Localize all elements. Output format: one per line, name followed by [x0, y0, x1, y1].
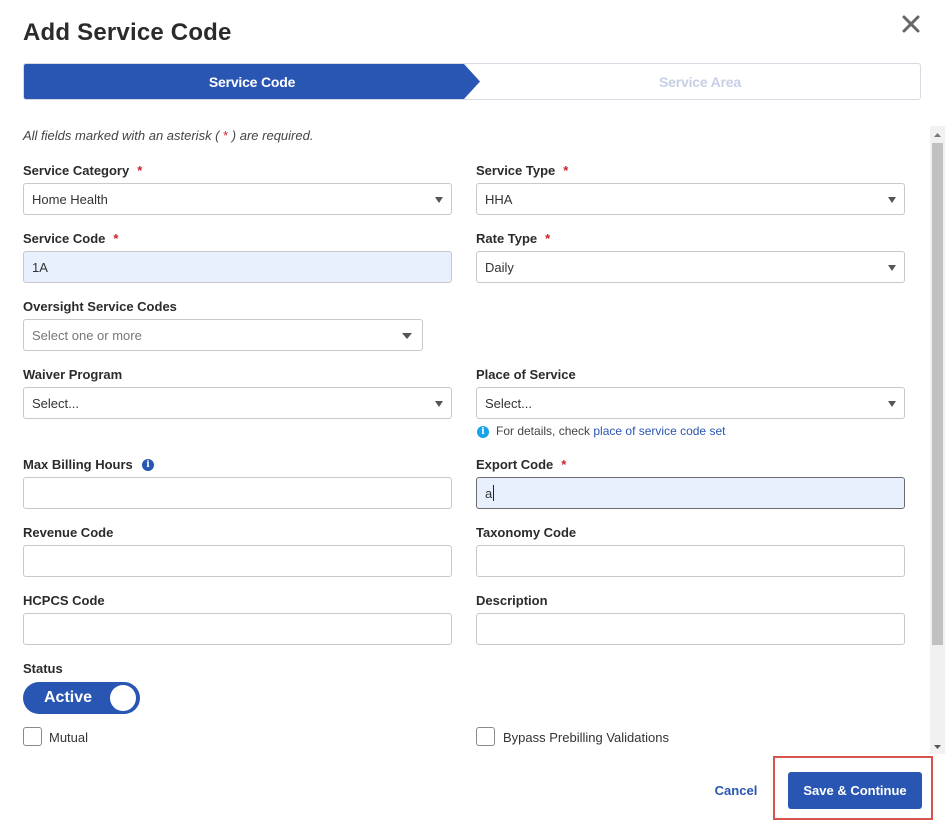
- scroll-up-button[interactable]: [930, 128, 945, 140]
- chevron-down-icon: [888, 265, 896, 271]
- bypass-prebilling-label: Bypass Prebilling Validations: [503, 730, 669, 745]
- service-code-input[interactable]: 1A: [23, 251, 452, 283]
- export-code-label: Export Code *: [476, 457, 567, 472]
- cancel-button[interactable]: Cancel: [706, 773, 766, 807]
- toggle-knob: [110, 685, 136, 711]
- oversight-service-codes-label: Oversight Service Codes: [23, 299, 177, 314]
- service-code-label: Service Code *: [23, 231, 119, 246]
- place-of-service-hint: For details, check place of service code…: [496, 424, 726, 438]
- oversight-service-codes-multiselect[interactable]: Select one or more: [23, 319, 423, 351]
- waiver-program-label: Waiver Program: [23, 367, 123, 382]
- close-icon[interactable]: [898, 11, 924, 37]
- hcpcs-code-label: HCPCS Code: [23, 593, 105, 608]
- text-cursor: [493, 485, 495, 501]
- dialog-title: Add Service Code: [23, 19, 232, 46]
- status-label: Status: [23, 661, 63, 676]
- status-toggle-label: Active: [44, 689, 93, 706]
- place-of-service-label: Place of Service: [476, 367, 576, 382]
- info-icon[interactable]: i: [142, 459, 154, 471]
- rate-type-select[interactable]: Daily: [476, 251, 905, 283]
- chevron-down-icon: [435, 401, 443, 407]
- max-billing-hours-input[interactable]: [23, 477, 452, 509]
- chevron-down-icon: [435, 197, 443, 203]
- step-service-area[interactable]: Service Area: [480, 64, 920, 99]
- bypass-prebilling-checkbox[interactable]: [476, 727, 495, 746]
- scroll-down-button[interactable]: [930, 740, 945, 752]
- service-type-select[interactable]: HHA: [476, 183, 905, 215]
- wizard-stepper: Service Code Service Area: [23, 63, 921, 100]
- chevron-down-icon: [888, 401, 896, 407]
- taxonomy-code-label: Taxonomy Code: [476, 525, 577, 540]
- caret-down-icon: [934, 745, 941, 749]
- description-label: Description: [476, 593, 548, 608]
- rate-type-label: Rate Type *: [476, 231, 551, 246]
- service-type-label: Service Type *: [476, 163, 569, 178]
- place-of-service-select[interactable]: Select...: [476, 387, 905, 419]
- revenue-code-input[interactable]: [23, 545, 452, 577]
- caret-up-icon: [934, 133, 941, 137]
- revenue-code-label: Revenue Code: [23, 525, 114, 540]
- close-button[interactable]: [898, 11, 924, 37]
- service-category-label: Service Category *: [23, 163, 143, 178]
- mutual-checkbox[interactable]: [23, 727, 42, 746]
- required-fields-note: All fields marked with an asterisk ( * )…: [23, 128, 314, 143]
- service-category-select[interactable]: Home Health: [23, 183, 452, 215]
- hcpcs-code-input[interactable]: [23, 613, 452, 645]
- export-code-input[interactable]: a: [476, 477, 905, 509]
- description-input[interactable]: [476, 613, 905, 645]
- chevron-down-icon: [888, 197, 896, 203]
- status-toggle[interactable]: Active: [23, 682, 140, 714]
- mutual-label: Mutual: [49, 730, 89, 745]
- info-icon: i: [477, 426, 489, 438]
- chevron-down-icon: [402, 333, 412, 339]
- scrollbar-thumb[interactable]: [932, 143, 943, 645]
- place-of-service-code-set-link[interactable]: place of service code set: [593, 424, 725, 438]
- step-service-code[interactable]: Service Code: [24, 64, 480, 99]
- taxonomy-code-input[interactable]: [476, 545, 905, 577]
- max-billing-hours-label: Max Billing Hours: [23, 457, 133, 472]
- save-and-continue-button[interactable]: Save & Continue: [788, 772, 922, 809]
- waiver-program-select[interactable]: Select...: [23, 387, 452, 419]
